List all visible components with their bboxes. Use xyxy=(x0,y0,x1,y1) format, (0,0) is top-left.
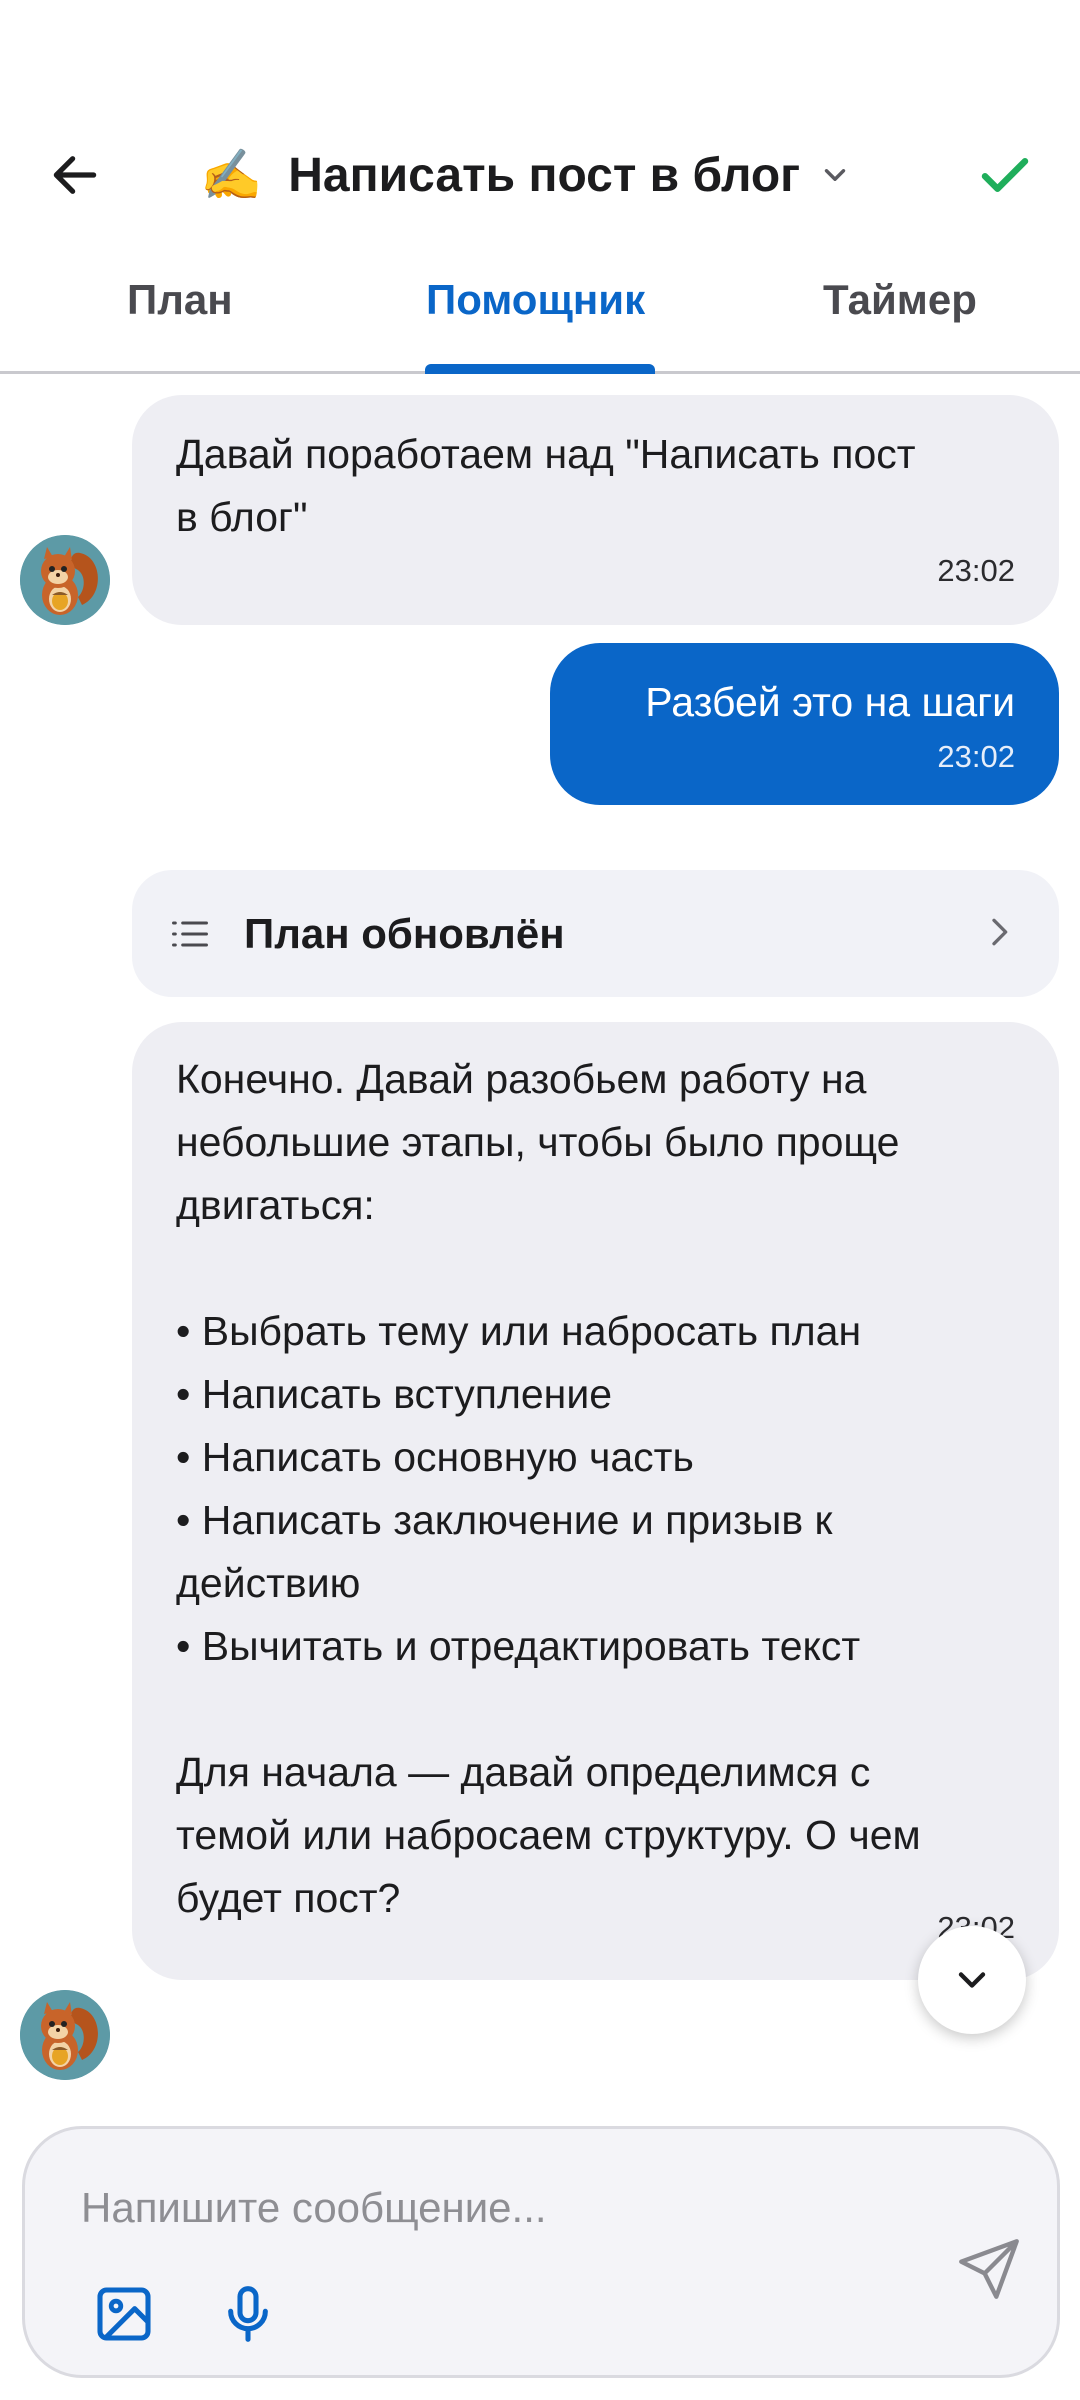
message-text: Конечно. Давай разобьем работу на неболь… xyxy=(176,1056,921,1921)
image-icon xyxy=(97,2287,151,2341)
tab-assistant[interactable]: Помощник xyxy=(426,276,645,324)
app-header: ✍️ Написать пост в блог xyxy=(0,120,1080,230)
checkmark-icon xyxy=(981,158,1029,192)
attach-image-button[interactable] xyxy=(87,2277,161,2351)
arrow-left-icon xyxy=(53,156,97,194)
assistant-avatar xyxy=(20,1990,110,2080)
send-button[interactable] xyxy=(949,2229,1029,2309)
message-time: 23:02 xyxy=(937,739,1015,774)
tab-plan[interactable]: План xyxy=(127,276,233,324)
chevron-right-icon xyxy=(979,912,1019,957)
chat-screen: ✍️ Написать пост в блог План Помощник Та… xyxy=(0,0,1080,2400)
message-time: 23:02 xyxy=(937,553,1015,588)
scroll-to-bottom-button[interactable] xyxy=(918,1926,1026,2034)
active-tab-indicator xyxy=(425,364,655,374)
plan-updated-card[interactable]: План обновлён xyxy=(132,870,1059,997)
squirrel-icon xyxy=(20,535,110,625)
complete-button[interactable] xyxy=(965,140,1045,210)
message-composer xyxy=(22,2126,1060,2378)
message-text: Давай поработаем над "Написать пост в бл… xyxy=(176,431,916,540)
microphone-icon xyxy=(228,2286,268,2342)
list-icon xyxy=(168,912,212,961)
send-icon xyxy=(959,2239,1019,2299)
back-button[interactable] xyxy=(40,140,110,210)
message-text: Разбей это на шаги xyxy=(645,679,1015,725)
message-bubble-assistant: Конечно. Давай разобьем работу на неболь… xyxy=(132,1022,1059,1980)
writing-hand-icon: ✍️ xyxy=(200,147,263,203)
message-input[interactable] xyxy=(81,2173,881,2243)
voice-input-button[interactable] xyxy=(211,2275,285,2353)
tab-timer[interactable]: Таймер xyxy=(823,276,977,324)
task-title-dropdown[interactable]: ✍️ Написать пост в блог xyxy=(200,138,852,212)
tab-bar: План Помощник Таймер xyxy=(0,258,1080,374)
chevron-down-icon xyxy=(958,1972,986,1988)
message-bubble-user: Разбей это на шаги 23:02 xyxy=(550,643,1059,805)
page-title: Написать пост в блог xyxy=(288,148,801,202)
message-bubble-assistant: Давай поработаем над "Написать пост в бл… xyxy=(132,395,1059,625)
assistant-avatar xyxy=(20,535,110,625)
chevron-down-icon xyxy=(818,158,852,192)
squirrel-icon xyxy=(20,1990,110,2080)
plan-updated-label: План обновлён xyxy=(244,910,565,957)
